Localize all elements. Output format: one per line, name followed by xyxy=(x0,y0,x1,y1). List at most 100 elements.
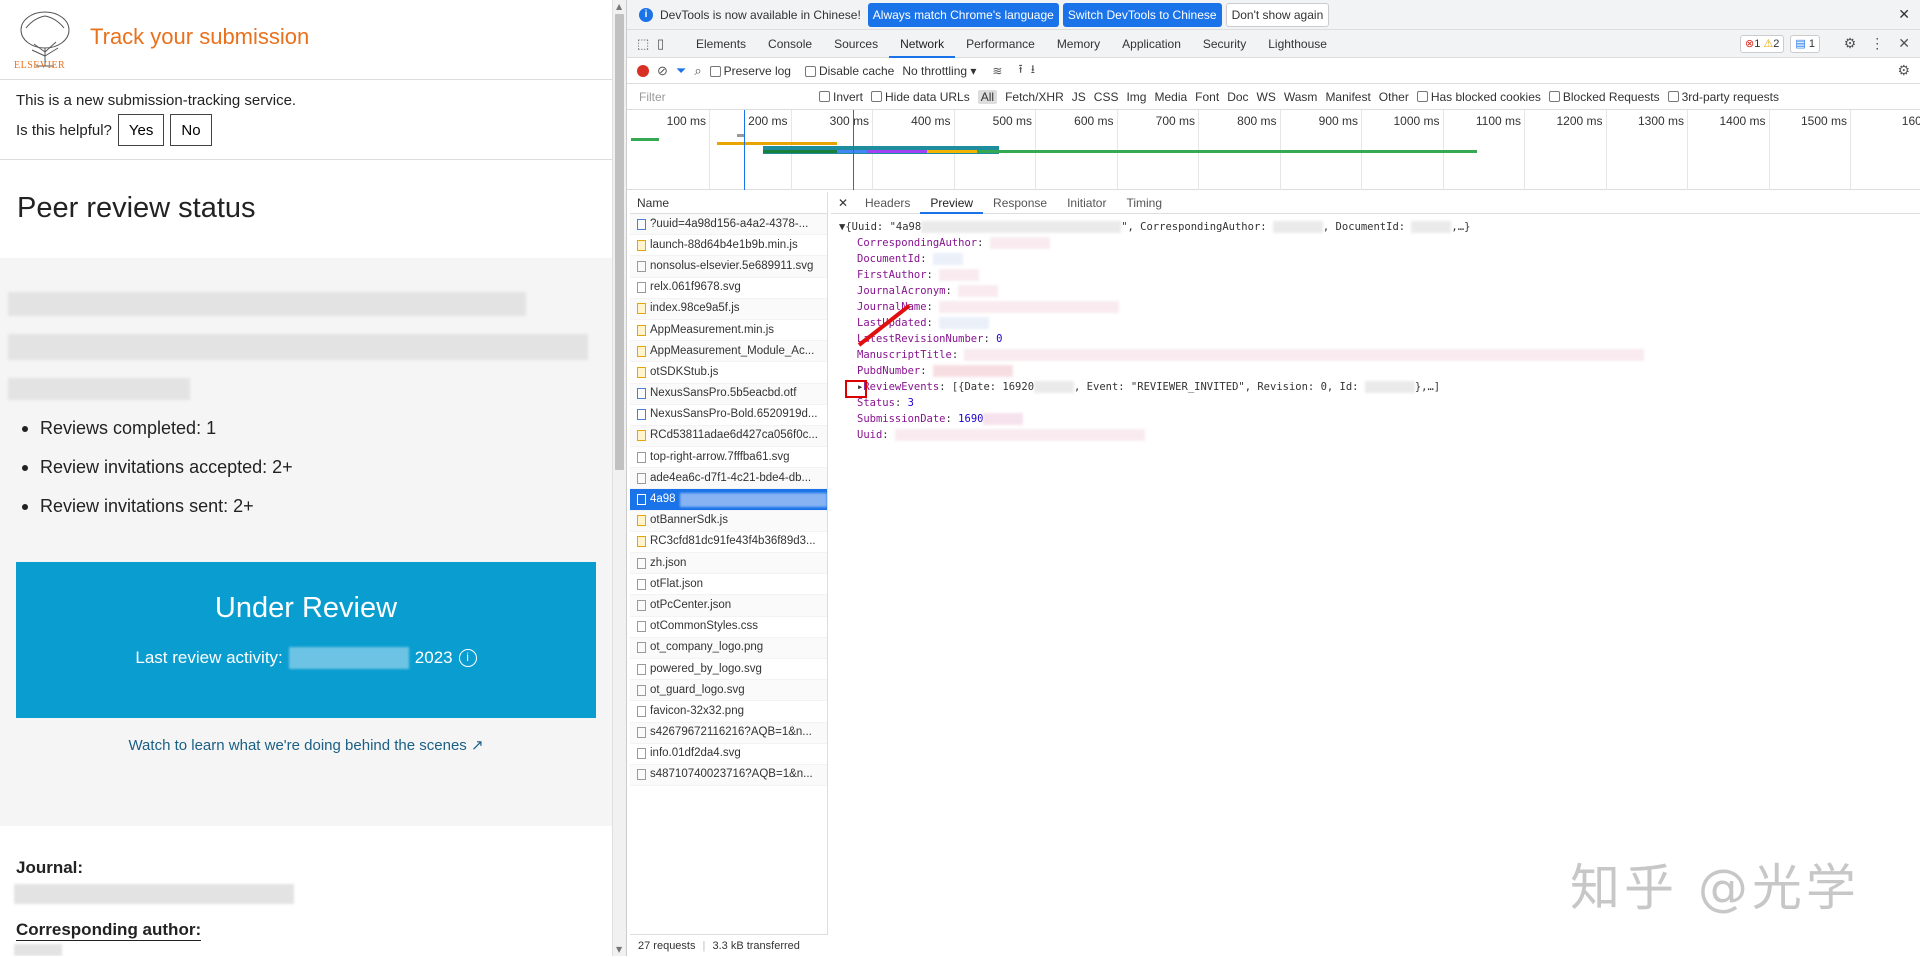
device-toolbar-icon[interactable]: ▯ xyxy=(657,36,673,52)
search-icon[interactable]: ⌕ xyxy=(694,63,701,79)
language-infobar: i DevTools is now available in Chinese! … xyxy=(627,0,1920,30)
request-row[interactable]: favicon-32x32.png xyxy=(630,701,827,723)
import-har-icon[interactable]: ⭱ xyxy=(1018,60,1022,81)
request-row[interactable]: ot_guard_logo.svg xyxy=(630,680,827,702)
no-button[interactable]: No xyxy=(170,114,212,146)
tab-elements[interactable]: Elements xyxy=(685,30,757,58)
request-row[interactable]: zh.json xyxy=(630,553,827,575)
blocked-requests-checkbox[interactable]: Blocked Requests xyxy=(1548,90,1660,104)
request-row[interactable]: s48710740023716?AQB=1&n... xyxy=(630,764,827,787)
type-filter-img[interactable]: Img xyxy=(1126,90,1146,104)
error-warning-badge[interactable]: ⊗1 ⚠2 xyxy=(1740,35,1785,53)
type-filter-manifest[interactable]: Manifest xyxy=(1325,90,1370,104)
watch-link-text[interactable]: Watch to learn what we're doing behind t… xyxy=(128,737,466,754)
watch-link[interactable]: Watch to learn what we're doing behind t… xyxy=(0,736,612,754)
request-row[interactable]: NexusSansPro.5b5eacbd.otf xyxy=(630,383,827,405)
request-row[interactable]: otCommonStyles.css xyxy=(630,617,827,638)
type-filter-css[interactable]: CSS xyxy=(1094,90,1119,104)
info-icon[interactable]: i xyxy=(458,649,477,667)
switch-chinese-button[interactable]: Switch DevTools to Chinese xyxy=(1062,2,1222,27)
request-row[interactable]: index.98ce9a5f.js xyxy=(630,298,827,320)
close-detail-icon[interactable]: ✕ xyxy=(831,196,855,210)
type-filter-font[interactable]: Font xyxy=(1195,90,1219,104)
request-row[interactable]: powered_by_logo.svg xyxy=(630,659,827,681)
tab-preview[interactable]: Preview xyxy=(920,192,984,214)
request-row[interactable]: launch-88d64b4e1b9b.min.js xyxy=(630,235,827,257)
tab-timing[interactable]: Timing xyxy=(1116,192,1172,214)
request-row[interactable]: ade4ea6c-d7f1-4c21-bde4-db... xyxy=(630,468,827,490)
tab-console[interactable]: Console xyxy=(757,30,823,58)
hide-data-urls-checkbox[interactable]: Hide data URLs xyxy=(871,90,970,104)
match-language-button[interactable]: Always match Chrome's language xyxy=(867,2,1059,27)
request-row[interactable]: info.01df2da4.svg xyxy=(630,744,827,765)
corresponding-author-label: Corresponding author: xyxy=(16,920,202,941)
type-filter-wasm[interactable]: Wasm xyxy=(1284,90,1318,104)
request-row[interactable]: s42679672116216?AQB=1&n... xyxy=(630,722,827,744)
type-filter-doc[interactable]: Doc xyxy=(1227,90,1248,104)
throttling-select[interactable]: No throttling ▾ xyxy=(902,64,976,78)
export-har-icon[interactable]: ⭳ xyxy=(1031,60,1035,81)
request-row[interactable]: NexusSansPro-Bold.6520919d... xyxy=(630,405,827,426)
json-root-line[interactable]: ▼{Uuid: "4a98 ", CorrespondingAuthor: , D… xyxy=(839,219,1920,235)
tab-sources[interactable]: Sources xyxy=(823,30,889,58)
tab-network[interactable]: Network xyxy=(889,30,956,58)
third-party-checkbox[interactable]: 3rd-party requests xyxy=(1667,90,1779,104)
tab-performance[interactable]: Performance xyxy=(955,30,1046,58)
inspect-element-icon[interactable]: ⬚ xyxy=(637,36,653,52)
more-options-icon[interactable]: ⋮ xyxy=(1870,35,1884,52)
request-row[interactable]: otSDKStub.js xyxy=(630,362,827,384)
tab-lighthouse[interactable]: Lighthouse xyxy=(1257,30,1338,58)
yes-button[interactable]: Yes xyxy=(117,114,165,146)
scroll-down-icon[interactable]: ▼ xyxy=(616,945,622,954)
page-scrollbar[interactable]: ▲ ▼ xyxy=(612,0,626,956)
tab-response[interactable]: Response xyxy=(983,192,1057,214)
network-conditions-icon[interactable]: ≋ xyxy=(992,64,1002,78)
type-filter-other[interactable]: Other xyxy=(1379,90,1409,104)
tab-initiator[interactable]: Initiator xyxy=(1057,192,1116,214)
preserve-log-checkbox[interactable]: Preserve log xyxy=(709,64,791,78)
network-settings-gear-icon[interactable]: ⚙ xyxy=(1897,62,1910,79)
request-row[interactable]: 4a98 xyxy=(630,489,827,511)
type-filter-js[interactable]: JS xyxy=(1072,90,1086,104)
scrollbar-thumb[interactable] xyxy=(615,14,624,470)
request-row[interactable]: ?uuid=4a98d156-a4a2-4378-... xyxy=(630,214,827,236)
request-row[interactable]: nonsolus-elsevier.5e689911.svg xyxy=(630,256,827,278)
record-icon[interactable] xyxy=(637,64,649,77)
filter-input[interactable]: Filter xyxy=(635,87,811,107)
request-row[interactable]: otPcCenter.json xyxy=(630,595,827,617)
under-review-banner: Under Review Last review activity: 2023 … xyxy=(16,562,596,718)
script-file-icon xyxy=(637,303,646,315)
request-row[interactable]: otBannerSdk.js xyxy=(630,510,827,532)
tab-security[interactable]: Security xyxy=(1192,30,1257,58)
request-row[interactable]: relx.061f9678.svg xyxy=(630,278,827,299)
tab-application[interactable]: Application xyxy=(1111,30,1192,58)
blocked-cookies-checkbox[interactable]: Has blocked cookies xyxy=(1416,90,1541,104)
filter-icon[interactable]: ⏷ xyxy=(676,63,686,79)
dont-show-again-button[interactable]: Don't show again xyxy=(1225,2,1330,27)
request-row[interactable]: otFlat.json xyxy=(630,574,827,596)
close-icon[interactable]: ✕ xyxy=(1898,6,1910,23)
request-row[interactable]: RC3cfd81dc91fe43f4b36f89d3... xyxy=(630,532,827,553)
tab-headers[interactable]: Headers xyxy=(855,192,920,214)
type-filter-ws[interactable]: WS xyxy=(1257,90,1276,104)
scroll-up-icon[interactable]: ▲ xyxy=(616,2,622,11)
invert-checkbox[interactable]: Invert xyxy=(819,90,863,104)
request-row[interactable]: AppMeasurement_Module_Ac... xyxy=(630,341,827,363)
close-devtools-icon[interactable]: ✕ xyxy=(1898,35,1910,52)
clear-icon[interactable]: ⊘ xyxy=(657,63,668,79)
request-row[interactable]: top-right-arrow.7fffba61.svg xyxy=(630,447,827,469)
request-row[interactable]: RCd53811adae6d427ca056f0c... xyxy=(630,425,827,448)
json-review-events-line[interactable]: ▸ReviewEvents: [{Date: 16920, Event: "RE… xyxy=(839,304,1920,398)
timeline-tick: 1100 ms xyxy=(1476,110,1525,190)
request-row[interactable]: ot_company_logo.png xyxy=(630,637,827,659)
tab-memory[interactable]: Memory xyxy=(1046,30,1111,58)
type-filter-media[interactable]: Media xyxy=(1154,90,1187,104)
type-filter-all[interactable]: All xyxy=(977,89,998,104)
settings-gear-icon[interactable]: ⚙ xyxy=(1844,35,1857,52)
name-column-header[interactable]: Name xyxy=(630,192,827,214)
request-row[interactable]: AppMeasurement.min.js xyxy=(630,320,827,342)
network-overview-timeline[interactable]: 100 ms 200 ms 300 ms 400 ms 500 ms 600 ms 700 … xyxy=(627,110,1920,190)
type-filter-fetch[interactable]: Fetch/XHR xyxy=(1005,90,1064,104)
disable-cache-checkbox[interactable]: Disable cache xyxy=(804,64,894,78)
messages-badge[interactable]: ▤ 1 xyxy=(1790,35,1820,53)
